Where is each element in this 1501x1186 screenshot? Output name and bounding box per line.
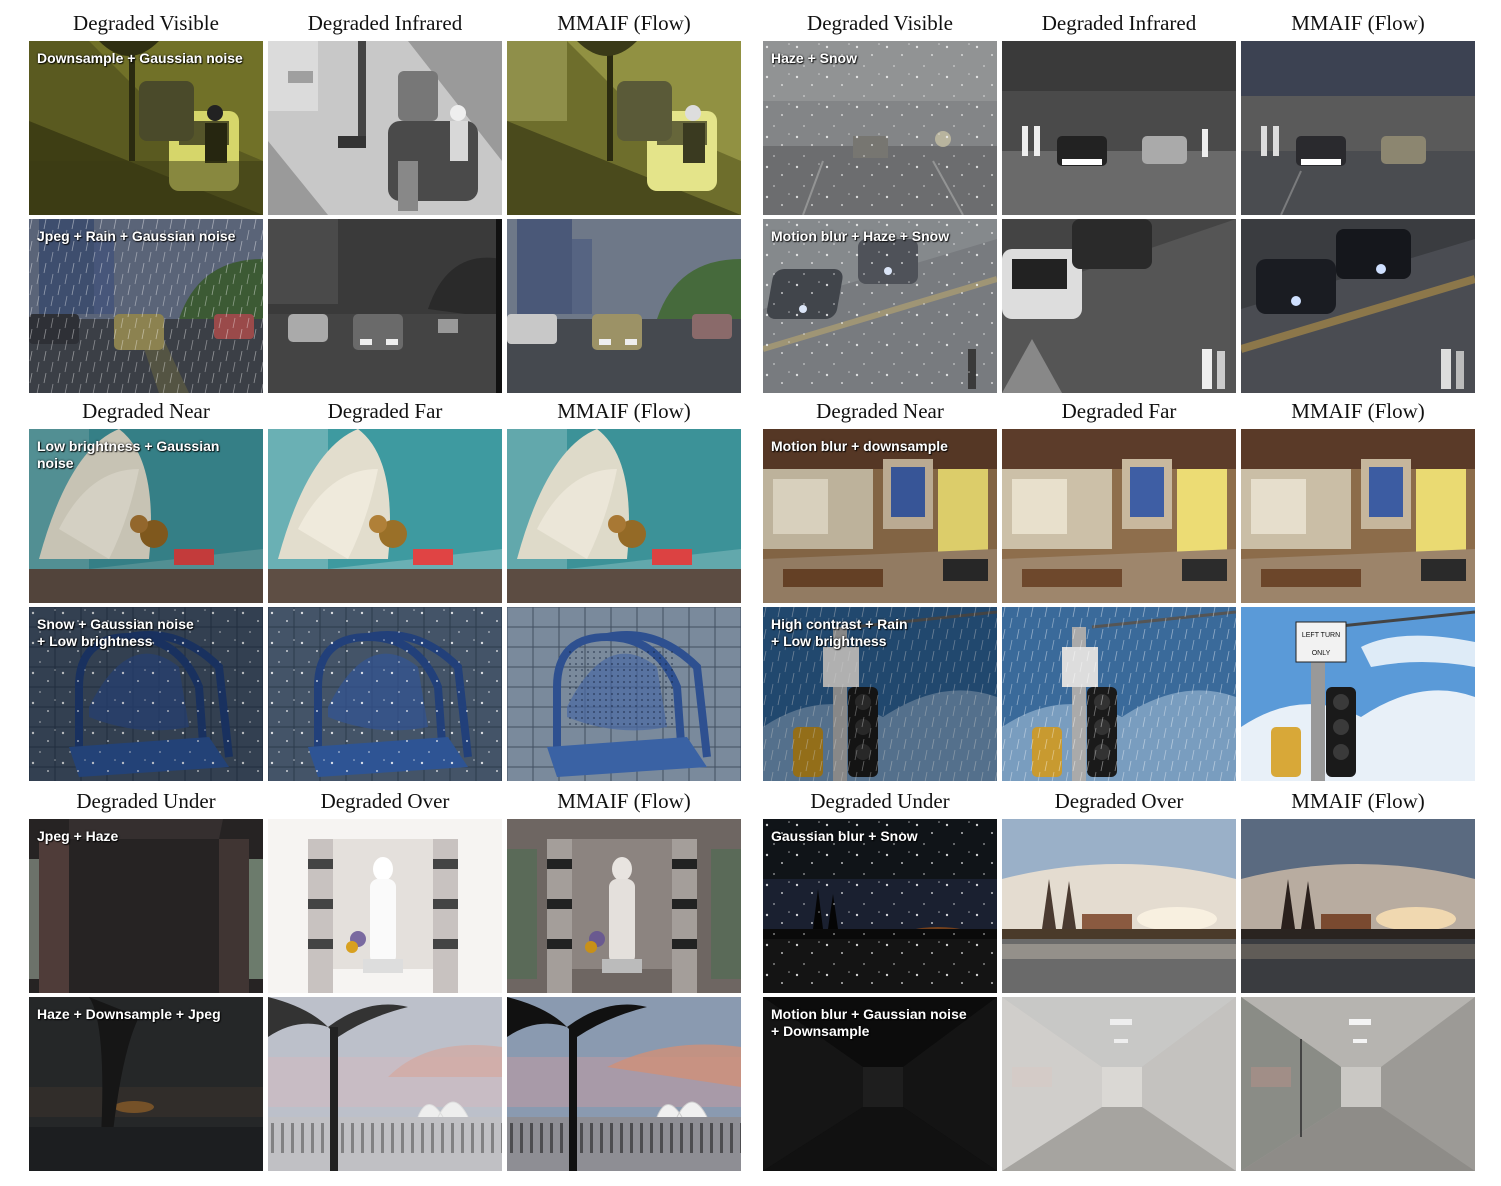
caption-l5: Jpeg + Haze bbox=[37, 828, 119, 844]
header-mmaif-flow-right-2: MMAIF (Flow) bbox=[1291, 399, 1425, 423]
image-l6-mmaif-flow bbox=[507, 997, 741, 1171]
image-r3-degraded-near: Motion blur + downsample bbox=[763, 429, 997, 603]
caption-l1: Downsample + Gaussian noise bbox=[37, 50, 243, 66]
image-r2-degraded-visible: Motion blur + Haze + Snow bbox=[763, 219, 997, 393]
header-degraded-near-right: Degraded Near bbox=[816, 399, 944, 423]
header-degraded-visible-right: Degraded Visible bbox=[807, 11, 953, 35]
caption-r2: Motion blur + Haze + Snow bbox=[771, 228, 950, 244]
header-degraded-far-left: Degraded Far bbox=[327, 399, 443, 423]
caption-r4: High contrast + Rain + Low brightness bbox=[771, 616, 908, 649]
caption-r1: Haze + Snow bbox=[771, 50, 857, 66]
caption-l3: Low brightness + Gaussian noise bbox=[37, 438, 220, 471]
image-l4-mmaif-flow bbox=[507, 607, 741, 781]
image-l1-degraded-visible: Downsample + Gaussian noise bbox=[29, 41, 263, 215]
header-mmaif-flow-right-1: MMAIF (Flow) bbox=[1291, 11, 1425, 35]
sign-only-text: ONLY bbox=[1312, 650, 1331, 657]
image-l6-degraded-over bbox=[268, 997, 502, 1171]
image-r6-degraded-under: Motion blur + Gaussian noise + Downsampl… bbox=[763, 997, 997, 1171]
caption-l6: Haze + Downsample + Jpeg bbox=[37, 1006, 221, 1022]
header-degraded-near-left: Degraded Near bbox=[82, 399, 210, 423]
caption-r3: Motion blur + downsample bbox=[771, 438, 948, 454]
image-r6-mmaif-flow bbox=[1241, 997, 1475, 1171]
image-l3-degraded-far bbox=[268, 429, 502, 603]
image-l1-degraded-infrared bbox=[268, 41, 502, 215]
image-l5-degraded-under: Jpeg + Haze bbox=[29, 819, 263, 993]
image-r4-degraded-far bbox=[1002, 607, 1236, 781]
image-l3-mmaif-flow bbox=[507, 429, 741, 603]
image-r1-mmaif-flow bbox=[1241, 41, 1475, 215]
header-mmaif-flow-left-3: MMAIF (Flow) bbox=[557, 789, 691, 813]
header-degraded-visible-left: Degraded Visible bbox=[73, 11, 219, 35]
header-degraded-infrared-left: Degraded Infrared bbox=[307, 11, 463, 35]
image-r5-mmaif-flow bbox=[1241, 819, 1475, 993]
image-r2-mmaif-flow bbox=[1241, 219, 1475, 393]
header-mmaif-flow-right-3: MMAIF (Flow) bbox=[1291, 789, 1425, 813]
image-l2-degraded-infrared bbox=[268, 219, 502, 393]
image-r1-degraded-infrared bbox=[1002, 41, 1236, 215]
image-r3-degraded-far bbox=[1002, 429, 1236, 603]
image-l4-degraded-near: Snow + Gaussian noise + Low brightness bbox=[29, 607, 263, 781]
image-l2-mmaif-flow bbox=[507, 219, 741, 393]
image-r5-degraded-over bbox=[1002, 819, 1236, 993]
caption-r5: Gaussian blur + Snow bbox=[771, 828, 918, 844]
header-degraded-under-right: Degraded Under bbox=[810, 789, 950, 813]
header-degraded-over-left: Degraded Over bbox=[320, 789, 450, 813]
image-l1-mmaif-flow bbox=[507, 41, 741, 215]
image-l2-degraded-visible: Jpeg + Rain + Gaussian noise bbox=[29, 219, 263, 393]
image-l5-degraded-over bbox=[268, 819, 502, 993]
caption-l2: Jpeg + Rain + Gaussian noise bbox=[37, 228, 236, 244]
image-r4-degraded-near: High contrast + Rain + Low brightness bbox=[763, 607, 997, 781]
caption-l4: Snow + Gaussian noise + Low brightness bbox=[37, 616, 194, 649]
caption-r6: Motion blur + Gaussian noise + Downsampl… bbox=[771, 1006, 967, 1039]
image-l6-degraded-under: Haze + Downsample + Jpeg bbox=[29, 997, 263, 1171]
image-l3-degraded-near: Low brightness + Gaussian noise bbox=[29, 429, 263, 603]
header-mmaif-flow-left-2: MMAIF (Flow) bbox=[557, 399, 691, 423]
image-r5-degraded-under: Gaussian blur + Snow bbox=[763, 819, 997, 993]
image-r3-mmaif-flow bbox=[1241, 429, 1475, 603]
header-degraded-under-left: Degraded Under bbox=[76, 789, 216, 813]
image-l4-degraded-far bbox=[268, 607, 502, 781]
header-degraded-infrared-right: Degraded Infrared bbox=[1041, 11, 1197, 35]
sign-left-turn-text: LEFT TURN bbox=[1302, 632, 1340, 639]
header-mmaif-flow-left-1: MMAIF (Flow) bbox=[557, 11, 691, 35]
image-r6-degraded-over bbox=[1002, 997, 1236, 1171]
image-r1-degraded-visible: Haze + Snow bbox=[763, 41, 997, 215]
header-degraded-over-right: Degraded Over bbox=[1054, 789, 1184, 813]
image-r4-mmaif-flow: LEFT TURN ONLY bbox=[1241, 607, 1475, 781]
header-degraded-far-right: Degraded Far bbox=[1061, 399, 1177, 423]
image-l5-mmaif-flow bbox=[507, 819, 741, 993]
image-r2-degraded-infrared bbox=[1002, 219, 1236, 393]
